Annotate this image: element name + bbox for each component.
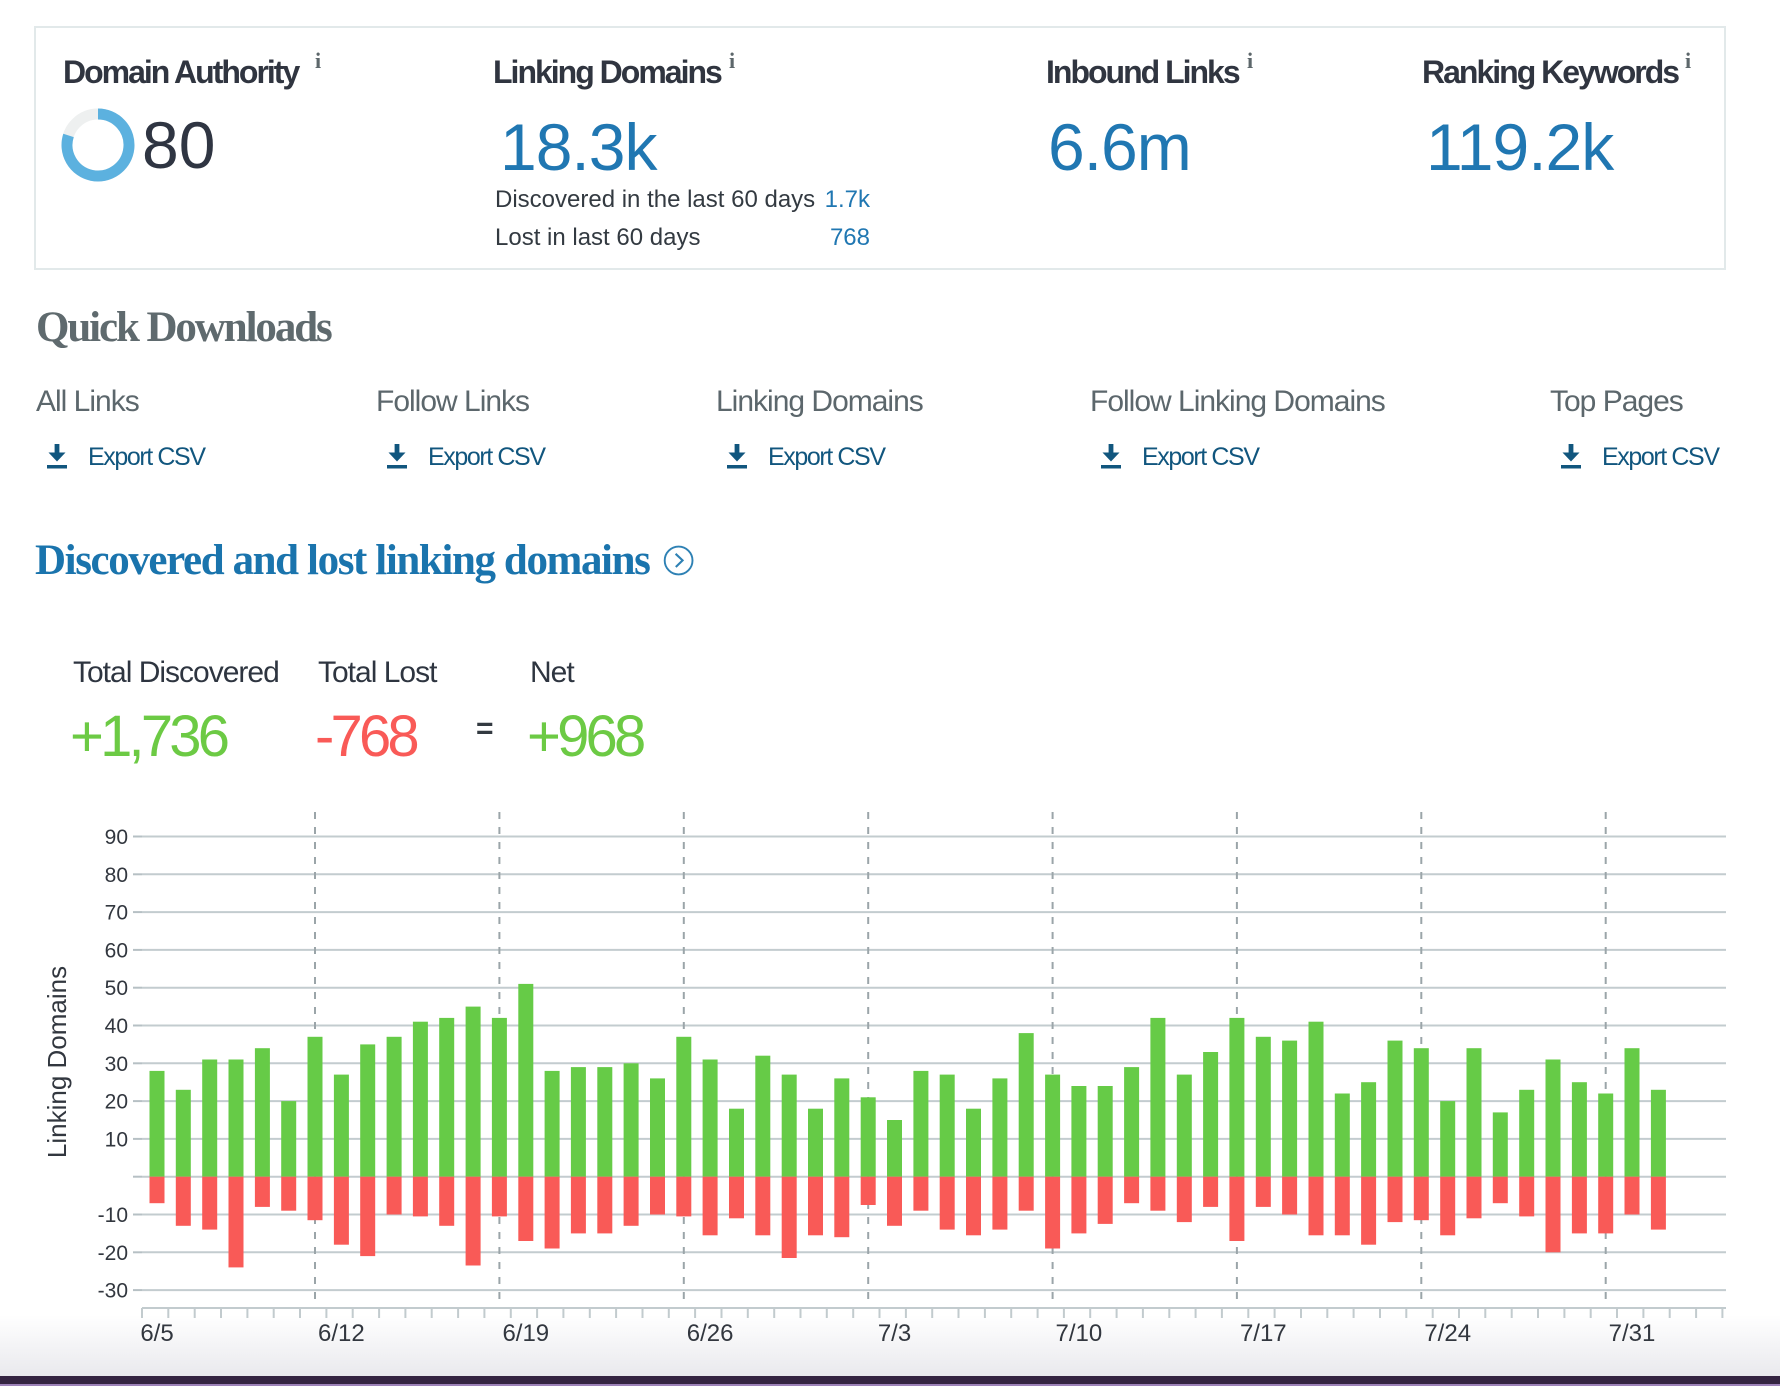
svg-text:-20: -20 bbox=[98, 1242, 128, 1265]
svg-text:7/17: 7/17 bbox=[1240, 1320, 1287, 1347]
svg-text:6/19: 6/19 bbox=[502, 1320, 549, 1347]
svg-text:10: 10 bbox=[105, 1128, 128, 1151]
svg-text:Linking Domains: Linking Domains bbox=[42, 966, 72, 1158]
svg-text:40: 40 bbox=[105, 1015, 128, 1038]
svg-text:7/3: 7/3 bbox=[878, 1320, 911, 1347]
svg-text:7/31: 7/31 bbox=[1609, 1320, 1656, 1347]
svg-text:7/10: 7/10 bbox=[1056, 1320, 1103, 1347]
svg-text:6/12: 6/12 bbox=[318, 1320, 365, 1347]
svg-text:20: 20 bbox=[105, 1091, 128, 1114]
svg-text:50: 50 bbox=[105, 977, 128, 1000]
svg-text:-10: -10 bbox=[98, 1204, 128, 1227]
svg-text:6/26: 6/26 bbox=[687, 1320, 734, 1347]
svg-text:60: 60 bbox=[105, 939, 128, 962]
svg-text:90: 90 bbox=[105, 826, 128, 849]
svg-text:-30: -30 bbox=[98, 1280, 128, 1303]
svg-text:6/5: 6/5 bbox=[140, 1320, 173, 1347]
svg-text:70: 70 bbox=[105, 902, 128, 925]
svg-text:80: 80 bbox=[105, 864, 128, 887]
svg-text:7/24: 7/24 bbox=[1424, 1320, 1471, 1347]
svg-text:30: 30 bbox=[105, 1053, 128, 1076]
